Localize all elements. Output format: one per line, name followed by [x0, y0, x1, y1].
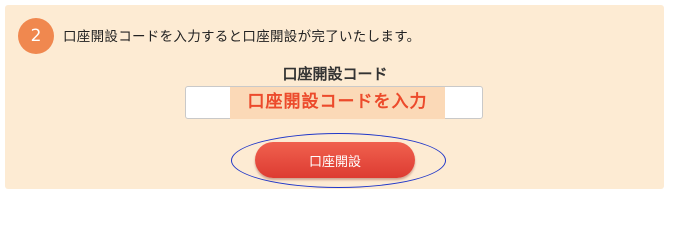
- code-field-label: 口座開設コード: [282, 65, 388, 83]
- step-number-badge: 2: [18, 18, 54, 54]
- open-account-button[interactable]: 口座開設: [255, 142, 415, 178]
- step-instruction: 口座開設コードを入力すると口座開設が完了いたします。: [63, 29, 421, 45]
- account-code-input[interactable]: [185, 86, 483, 119]
